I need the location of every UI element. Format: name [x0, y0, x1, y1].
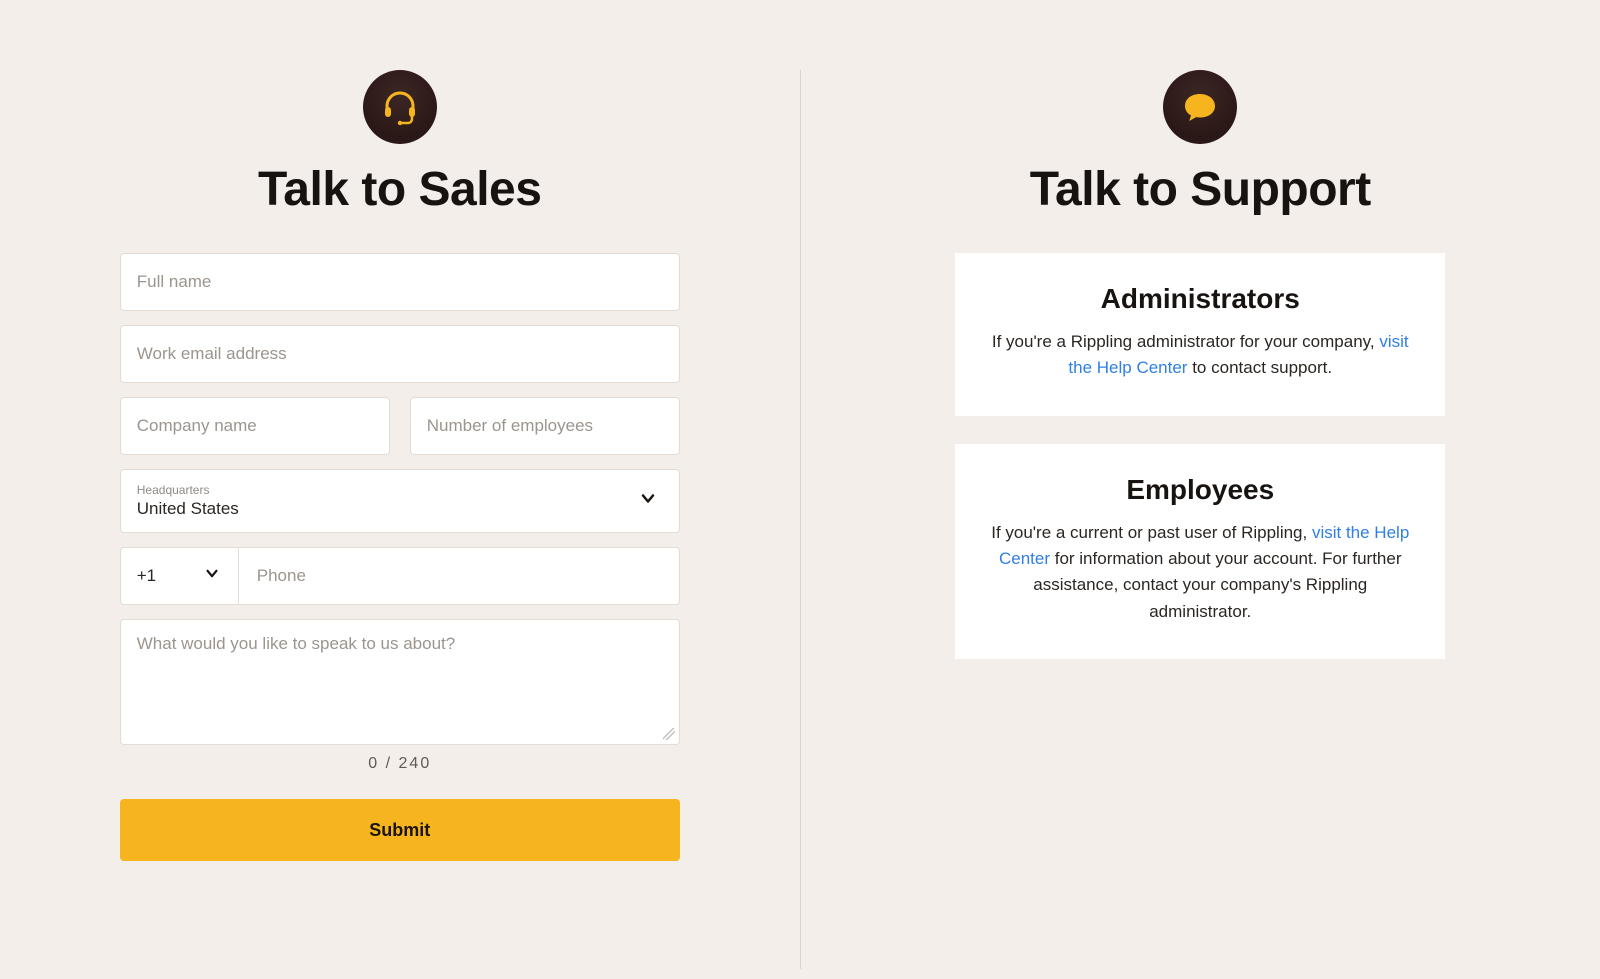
message-field[interactable] — [120, 619, 680, 745]
employees-input[interactable] — [427, 416, 663, 436]
support-column: Talk to Support Administrators If you're… — [801, 70, 1600, 969]
company-field[interactable] — [120, 397, 390, 455]
administrators-heading: Administrators — [989, 283, 1411, 315]
chevron-down-icon — [204, 566, 220, 587]
phone-code-value: +1 — [137, 566, 156, 586]
phone-field[interactable] — [238, 547, 680, 605]
email-field[interactable] — [120, 325, 680, 383]
employees-field[interactable] — [410, 397, 680, 455]
headquarters-value: United States — [137, 499, 239, 519]
company-input[interactable] — [137, 416, 373, 436]
phone-country-code-select[interactable]: +1 — [120, 547, 238, 605]
sales-form: Headquarters United States +1 — [120, 253, 680, 861]
headset-icon — [363, 70, 437, 144]
email-input[interactable] — [137, 344, 663, 364]
chat-bubble-icon — [1163, 70, 1237, 144]
sales-column: Talk to Sales Headquarters United States — [0, 70, 800, 969]
headquarters-label: Headquarters — [137, 483, 210, 497]
support-title: Talk to Support — [1030, 162, 1371, 217]
employees-text: If you're a current or past user of Ripp… — [989, 520, 1411, 625]
headquarters-select[interactable]: Headquarters United States — [120, 469, 680, 533]
full-name-input[interactable] — [137, 272, 663, 292]
employees-card: Employees If you're a current or past us… — [955, 444, 1445, 659]
full-name-field[interactable] — [120, 253, 680, 311]
submit-button[interactable]: Submit — [120, 799, 680, 861]
chevron-down-icon — [639, 490, 657, 513]
administrators-text: If you're a Rippling administrator for y… — [989, 329, 1411, 382]
message-textarea[interactable] — [137, 634, 663, 730]
administrators-card: Administrators If you're a Rippling admi… — [955, 253, 1445, 416]
phone-input[interactable] — [257, 566, 661, 586]
employees-heading: Employees — [989, 474, 1411, 506]
character-counter: 0 / 240 — [120, 755, 680, 773]
sales-title: Talk to Sales — [258, 162, 541, 217]
